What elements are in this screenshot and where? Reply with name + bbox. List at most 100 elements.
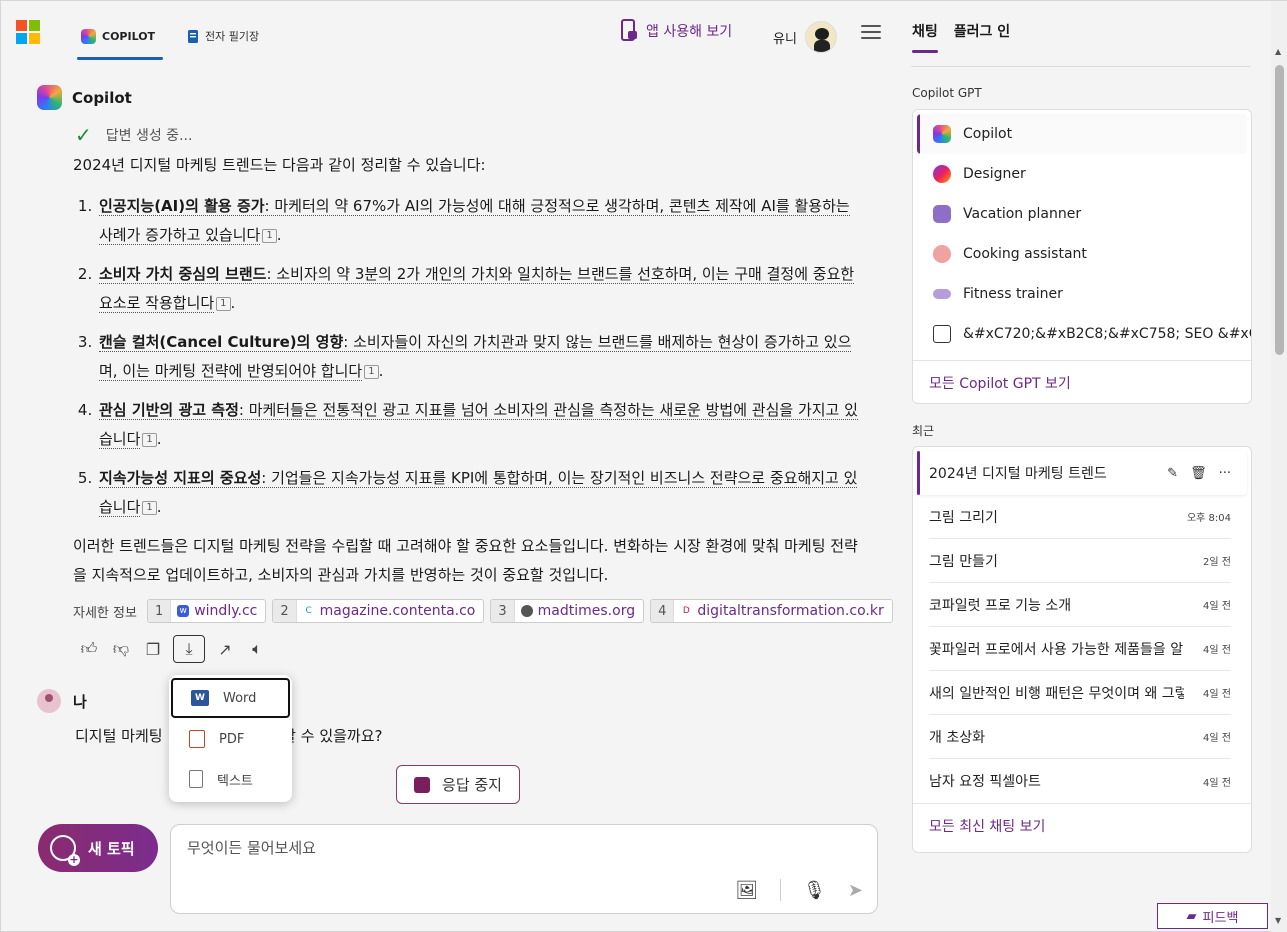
gpt-name: Cooking assistant [963,246,1087,262]
see-all-gpts-link[interactable]: 모든 Copilot GPT 보기 [913,360,1251,404]
thumbs-down-icon[interactable]: 👎︎ [109,635,133,663]
list-item: 소비자 가치 중심의 브랜드: 소비자의 약 3분의 2가 개인의 가치와 일치… [97,260,863,318]
recent-chat-item[interactable]: 남자 요정 픽셀아트 4일 전 [929,759,1231,803]
item-title: 인공지능(AI)의 활용 증가 [99,197,265,215]
status-text: 답변 생성 중... [105,128,193,144]
tab-chat[interactable]: 채팅 [912,21,938,53]
answer-body: 2024년 디지털 마케팅 트렌드는 다음과 같이 정리할 수 있습니다: 인공… [73,151,863,590]
option-label: PDF [219,731,245,747]
stop-label: 응답 중지 [442,776,502,794]
source-chip[interactable]: 2 Cmagazine.contenta.co [272,599,485,623]
list-item: 캔슬 컬처(Cancel Culture)의 영향: 소비자들이 자신의 가치관… [97,328,863,386]
gpt-item-copilot[interactable]: Copilot [917,114,1247,154]
recent-chat-item[interactable]: 개 초상화 4일 전 [929,715,1231,759]
recent-chat-item[interactable]: 그림 만들기 2일 전 [929,539,1231,583]
side-tabs: 채팅 플러그 인 [912,21,1010,53]
microphone-icon[interactable]: 🎙︎ [803,880,826,901]
recent-chat-item[interactable]: 코파일럿 프로 기능 소개 4일 전 [929,583,1231,627]
gpt-item-fitness-trainer[interactable]: Fitness trainer [913,274,1251,314]
scrollbar-thumb[interactable] [1275,65,1284,355]
recent-chat-item[interactable]: 꽃파일러 프로에서 사용 가능한 제품들을 알 4일 전 [929,627,1231,671]
tab-notebook[interactable]: 전자 필기장 [187,21,259,51]
bot-name: Copilot [72,88,132,107]
scroll-up-icon[interactable]: ▲ [1275,47,1281,56]
dumbbell-icon [933,289,951,299]
recent-title: 남자 요정 픽셀아트 [929,774,1041,790]
download-pdf-option[interactable]: PDF [169,719,292,759]
side-panel: 채팅 플러그 인 Copilot GPT Copilot Designer Va… [897,1,1269,932]
gpt-item-designer[interactable]: Designer [913,154,1251,194]
see-all-recent-link[interactable]: 모든 최신 채팅 보기 [913,803,1251,847]
citation-badge[interactable]: 1 [142,501,157,515]
item-actions: ✎ 🗑︎ ··· [1167,466,1231,481]
option-label: Word [223,690,257,706]
chat-input-box: 🖼︎ 🎙︎ ➤ [170,824,878,914]
feedback-label: 피드백 [1202,910,1239,926]
source-chip[interactable]: 1 w windly.cc [146,599,267,623]
feedback-icon: ▰ [1186,908,1197,924]
citation-badge[interactable]: 1 [142,433,157,447]
word-icon: W [191,690,209,706]
notebook-icon [188,29,198,43]
recent-title: 그림 만들기 [929,553,998,570]
generation-status: ✓ 답변 생성 중... [75,123,192,147]
recent-chat-item[interactable]: 그림 그리기 오후 8:04 [929,495,1231,539]
feedback-button[interactable]: ▰ 피드백 [1157,903,1268,929]
source-chip[interactable]: 4 Ddigitaltransformation.co.kr [650,599,893,623]
trash-icon[interactable]: 🗑︎ [1190,466,1207,481]
recent-chat-item[interactable]: 새의 일반적인 비행 패턴은 무엇이며 왜 그렇 4일 전 [929,671,1231,715]
more-icon[interactable]: ··· [1219,466,1231,481]
source-site: magazine.contenta.co [319,603,476,619]
recent-title: 2024년 디지털 마케팅 트렌드 [929,466,1107,482]
citation-badge[interactable]: 1 [262,229,277,243]
list-item: 인공지능(AI)의 활용 증가: 마케터의 약 67%가 AI의 가능성에 대해… [97,192,863,250]
edit-icon[interactable]: ✎ [1167,466,1178,481]
avatar [804,21,837,53]
stop-response-button[interactable]: 응답 중지 [396,765,520,804]
recent-chat-item[interactable]: 2024년 디지털 마케팅 트렌드 ✎ 🗑︎ ··· [917,451,1247,495]
suitcase-icon [933,205,951,223]
scrollbar[interactable]: ▲ ▼ [1271,1,1287,932]
download-text-option[interactable]: 텍스트 [169,759,292,799]
copy-icon[interactable]: ❐ [141,635,165,663]
try-app-link[interactable]: 앱 사용해 보기 [620,19,732,43]
recent-date: 4일 전 [1203,733,1231,744]
recent-title: 개 초상화 [929,729,985,746]
answer-summary: 이러한 트렌드들은 디지털 마케팅 전략을 수립할 때 고려해야 할 중요한 요… [73,537,858,584]
more-info-label: 자세한 정보 [73,605,137,621]
chat-input[interactable] [187,837,747,867]
site-favicon-icon: C [302,605,315,617]
site-favicon-icon: D [680,605,693,617]
download-icon[interactable]: ⤓ [173,635,205,663]
menu-icon[interactable] [861,25,881,39]
citation-badge[interactable]: 1 [216,297,231,311]
gpt-name: Vacation planner [963,206,1082,222]
copilot-logo-icon [933,125,951,143]
source-number: 2 [273,600,297,622]
add-image-icon[interactable]: 🖼︎ [735,880,758,901]
microsoft-logo-icon[interactable] [16,20,40,44]
gpt-item-custom[interactable]: &#xC720;&#xB2C8;&#xC758; SEO &#xCD5C [913,314,1251,354]
download-word-option[interactable]: W Word [171,678,290,718]
cooking-icon [933,245,951,263]
thumbs-up-icon[interactable]: 👍︎ [77,635,101,663]
speaker-icon[interactable]: 🔈︎ [245,635,269,663]
citation-badge[interactable]: 1 [364,365,379,379]
item-title: 지속가능성 지표의 중요성 [99,469,262,487]
tab-plugins[interactable]: 플러그 인 [954,21,1010,41]
recent-date: 4일 전 [1203,601,1231,612]
scroll-down-icon[interactable]: ▼ [1275,916,1281,925]
top-bar: COPILOT 전자 필기장 앱 사용해 보기 유니 [1,1,896,60]
share-icon[interactable]: ↗ [213,635,237,663]
tab-copilot-label: COPILOT [102,29,156,43]
user-profile[interactable]: 유니 [773,21,837,53]
recent-card: 2024년 디지털 마케팅 트렌드 ✎ 🗑︎ ··· 그림 그리기 오후 8:04 그… [912,446,1252,853]
gpt-item-cooking-assistant[interactable]: Cooking assistant [913,234,1251,274]
copilot-logo-icon [81,28,96,44]
item-title: 캔슬 컬처(Cancel Culture)의 영향 [99,333,344,351]
new-topic-button[interactable]: 새 토픽 [38,824,158,872]
gpt-item-vacation-planner[interactable]: Vacation planner [913,194,1251,234]
source-chip[interactable]: 3 madtimes.org [490,599,645,623]
tab-copilot[interactable]: COPILOT [76,21,164,60]
send-icon[interactable]: ➤ [848,880,863,901]
